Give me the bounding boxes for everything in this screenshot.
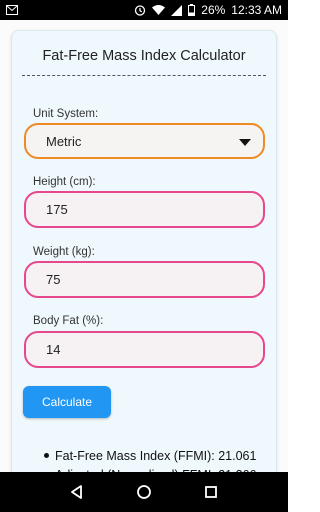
dropdown-caret-icon — [239, 139, 251, 146]
home-circle-icon — [137, 485, 151, 499]
weight-value: 75 — [46, 272, 61, 287]
recents-button[interactable] — [199, 480, 223, 504]
page-title: Fat-Free Mass Index Calculator — [42, 48, 246, 64]
bullet-icon — [44, 453, 49, 458]
battery-percent: 26% — [201, 3, 226, 17]
weight-input[interactable]: 75 — [24, 261, 265, 298]
email-icon — [6, 5, 18, 15]
result-ffmi-text: Fat-Free Mass Index (FFMI): 21.061 — [55, 448, 257, 463]
wifi-icon — [152, 5, 166, 15]
result-ffmi: Fat-Free Mass Index (FFMI): 21.061 — [44, 446, 256, 465]
weight-label: Weight (kg): — [33, 246, 95, 258]
unit-system-value: Metric — [46, 133, 82, 149]
signal-icon — [171, 4, 183, 16]
unit-system-label: Unit System: — [33, 108, 99, 120]
status-bar: 26% 12:33 AM — [0, 0, 288, 20]
status-left — [6, 5, 18, 15]
home-button[interactable] — [132, 480, 156, 504]
clock: 12:33 AM — [231, 3, 282, 17]
back-button[interactable] — [65, 480, 89, 504]
calculate-button[interactable]: Calculate — [23, 386, 111, 418]
battery-icon — [188, 4, 196, 16]
height-value: 175 — [46, 202, 68, 217]
unit-system-select[interactable]: Metric — [24, 123, 265, 159]
body-fat-input[interactable]: 14 — [24, 331, 265, 368]
title-divider — [22, 75, 266, 76]
alarm-icon — [134, 4, 146, 16]
body-fat-label: Body Fat (%): — [33, 315, 104, 327]
height-label: Height (cm): — [33, 176, 96, 188]
body-fat-value: 14 — [46, 342, 61, 357]
height-input[interactable]: 175 — [24, 191, 265, 228]
navigation-bar — [0, 472, 288, 512]
recents-square-icon — [204, 486, 217, 498]
status-right: 26% 12:33 AM — [134, 3, 282, 17]
back-triangle-icon — [71, 485, 83, 499]
